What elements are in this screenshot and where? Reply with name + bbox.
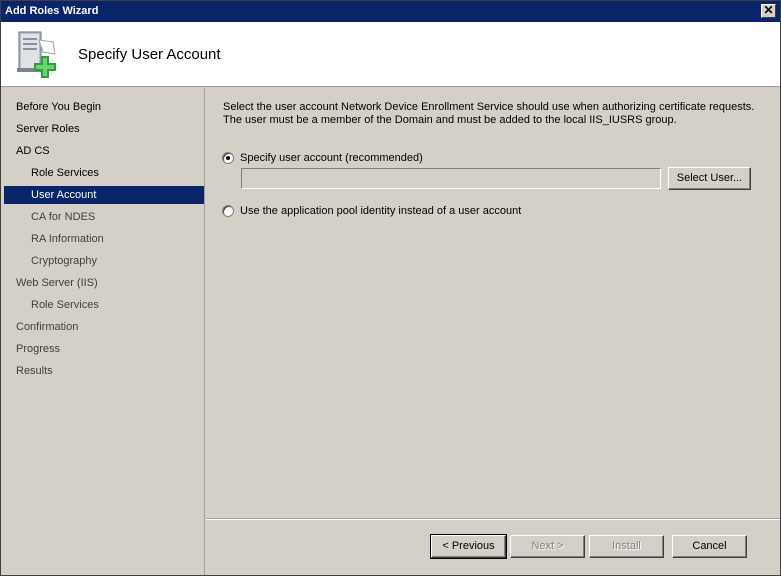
- wizard-footer: < Previous Next > Install Cancel: [206, 518, 780, 575]
- app-pool-radio[interactable]: [222, 205, 234, 217]
- user-account-field[interactable]: [241, 168, 661, 189]
- specify-user-radio[interactable]: [222, 152, 234, 164]
- specify-user-option[interactable]: Specify user account (recommended): [222, 150, 423, 166]
- nav-item-ca-for-ndes: CA for NDES: [31, 211, 96, 223]
- close-button[interactable]: ✕: [761, 4, 776, 18]
- install-button: Install: [589, 535, 664, 558]
- app-pool-option[interactable]: Use the application pool identity instea…: [222, 203, 521, 219]
- nav-item-user-account[interactable]: User Account: [4, 186, 204, 204]
- nav-item-ra-information: RA Information: [31, 233, 104, 245]
- page-title: Specify User Account: [78, 46, 221, 63]
- nav-item-web-server-iis: Web Server (IIS): [16, 277, 98, 289]
- nav-item-progress: Progress: [16, 343, 61, 355]
- nav-item-results: Results: [16, 365, 53, 377]
- wizard-navigation: Before You Begin Server Roles AD CS Role…: [1, 88, 205, 575]
- nav-item-before-you-begin[interactable]: Before You Begin: [4, 98, 204, 116]
- select-user-button[interactable]: Select User...: [668, 167, 751, 190]
- nav-item-ad-cs-role-services[interactable]: Role Services: [4, 164, 204, 182]
- nav-item-server-roles[interactable]: Server Roles: [4, 120, 204, 138]
- instruction-line-2: The user must be a member of the Domain …: [223, 114, 677, 126]
- cancel-button[interactable]: Cancel: [672, 535, 747, 558]
- nav-item-cryptography: Cryptography: [31, 255, 98, 267]
- nav-item-confirmation: Confirmation: [16, 321, 79, 333]
- nav-item-ad-cs[interactable]: AD CS: [4, 142, 204, 160]
- add-roles-wizard-window: Add Roles Wizard ✕ Specify User Account …: [0, 0, 781, 576]
- wizard-header: Specify User Account: [1, 22, 780, 87]
- title-bar[interactable]: Add Roles Wizard ✕: [1, 1, 780, 22]
- nav-item-iis-role-services: Role Services: [31, 299, 99, 311]
- instructions-text: Select the user account Network Device E…: [223, 101, 763, 127]
- app-pool-label[interactable]: Use the application pool identity instea…: [240, 205, 521, 217]
- window-title: Add Roles Wizard: [5, 5, 99, 17]
- content-pane: Select the user account Network Device E…: [206, 88, 780, 518]
- previous-button[interactable]: < Previous: [430, 534, 507, 559]
- next-button: Next >: [510, 535, 585, 558]
- instruction-line-1: Select the user account Network Device E…: [223, 101, 755, 113]
- specify-user-label[interactable]: Specify user account (recommended): [240, 152, 423, 164]
- server-add-icon: [17, 31, 56, 78]
